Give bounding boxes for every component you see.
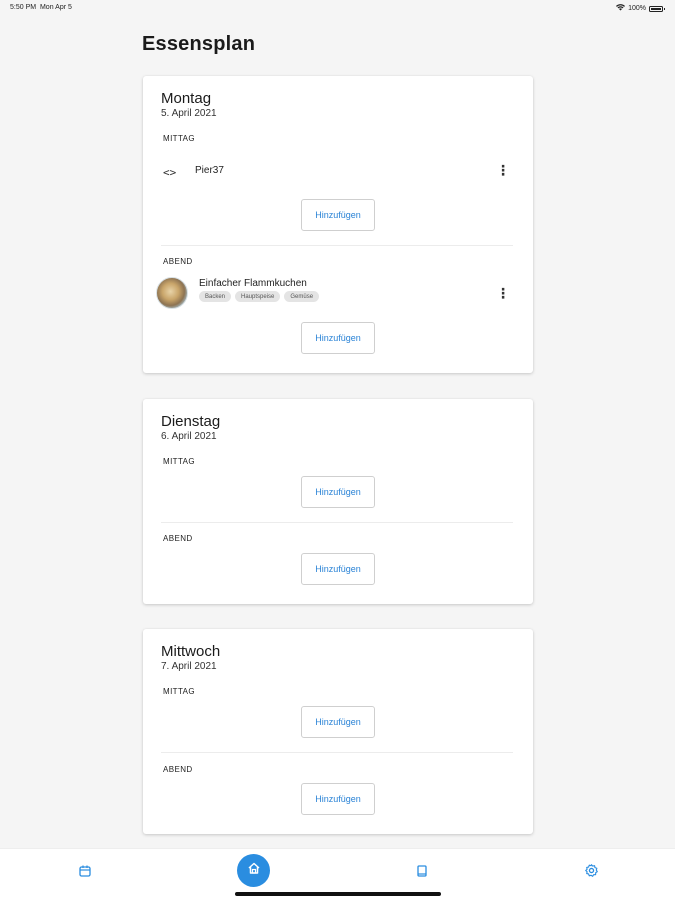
home-indicator — [235, 892, 441, 896]
day-card-tuesday: Dienstag 6. April 2021 MITTAG Hinzufügen… — [143, 399, 533, 604]
wifi-icon — [616, 4, 626, 13]
status-right: 100% — [616, 4, 665, 13]
more-vert-icon[interactable]: ⋮ — [493, 286, 513, 300]
battery-icon — [649, 5, 665, 12]
dinner-item-name: Einfacher Flammkuchen — [199, 278, 307, 289]
lunch-label: MITTAG — [163, 457, 196, 466]
code-icon: <> — [163, 166, 177, 179]
dinner-item-row[interactable]: Einfacher Flammkuchen Backen Hauptspeise… — [156, 277, 513, 317]
day-card-monday: Montag 5. April 2021 MITTAG <> Pier37 ⋮ … — [143, 76, 533, 373]
calendar-icon — [78, 864, 92, 883]
recipe-thumbnail — [156, 277, 188, 309]
lunch-item-row[interactable]: <> Pier37 ⋮ — [161, 156, 513, 196]
page-title: Essensplan — [142, 33, 256, 55]
lunch-label: MITTAG — [163, 687, 196, 696]
tag-chip: Gemüse — [284, 291, 320, 302]
divider — [161, 522, 513, 523]
home-icon — [246, 860, 262, 881]
settings-icon — [584, 863, 599, 883]
divider — [161, 752, 513, 753]
status-time: 5:50 PM Mon Apr 5 — [10, 4, 72, 11]
dinner-label: ABEND — [163, 257, 193, 266]
day-date: 5. April 2021 — [161, 108, 217, 119]
nav-settings[interactable] — [577, 859, 605, 887]
day-name: Mittwoch — [161, 643, 221, 660]
dinner-label: ABEND — [163, 534, 193, 543]
add-lunch-button[interactable]: Hinzufügen — [301, 706, 375, 738]
lunch-label: MITTAG — [163, 134, 196, 143]
add-dinner-button[interactable]: Hinzufügen — [301, 553, 375, 585]
recipe-tags: Backen Hauptspeise Gemüse — [199, 291, 320, 302]
tag-chip: Hauptspeise — [235, 291, 281, 302]
nav-home[interactable] — [237, 854, 270, 887]
day-card-wednesday: Mittwoch 7. April 2021 MITTAG Hinzufügen… — [143, 629, 533, 834]
battery-percent: 100% — [628, 5, 646, 12]
add-lunch-button[interactable]: Hinzufügen — [301, 476, 375, 508]
day-date: 6. April 2021 — [161, 431, 217, 442]
book-icon — [415, 864, 429, 883]
add-lunch-button[interactable]: Hinzufügen — [301, 199, 375, 231]
add-dinner-button[interactable]: Hinzufügen — [301, 322, 375, 354]
day-name: Montag — [161, 90, 212, 107]
day-name: Dienstag — [161, 413, 221, 430]
dinner-label: ABEND — [163, 765, 193, 774]
tag-chip: Backen — [199, 291, 232, 302]
divider — [161, 245, 513, 246]
more-vert-icon[interactable]: ⋮ — [493, 163, 513, 177]
nav-calendar[interactable] — [71, 859, 99, 887]
add-dinner-button[interactable]: Hinzufügen — [301, 783, 375, 815]
status-bar: 5:50 PM Mon Apr 5 100% — [0, 0, 675, 18]
day-date: 7. April 2021 — [161, 661, 217, 672]
nav-recipes[interactable] — [408, 859, 436, 887]
lunch-item-name: Pier37 — [195, 165, 224, 176]
